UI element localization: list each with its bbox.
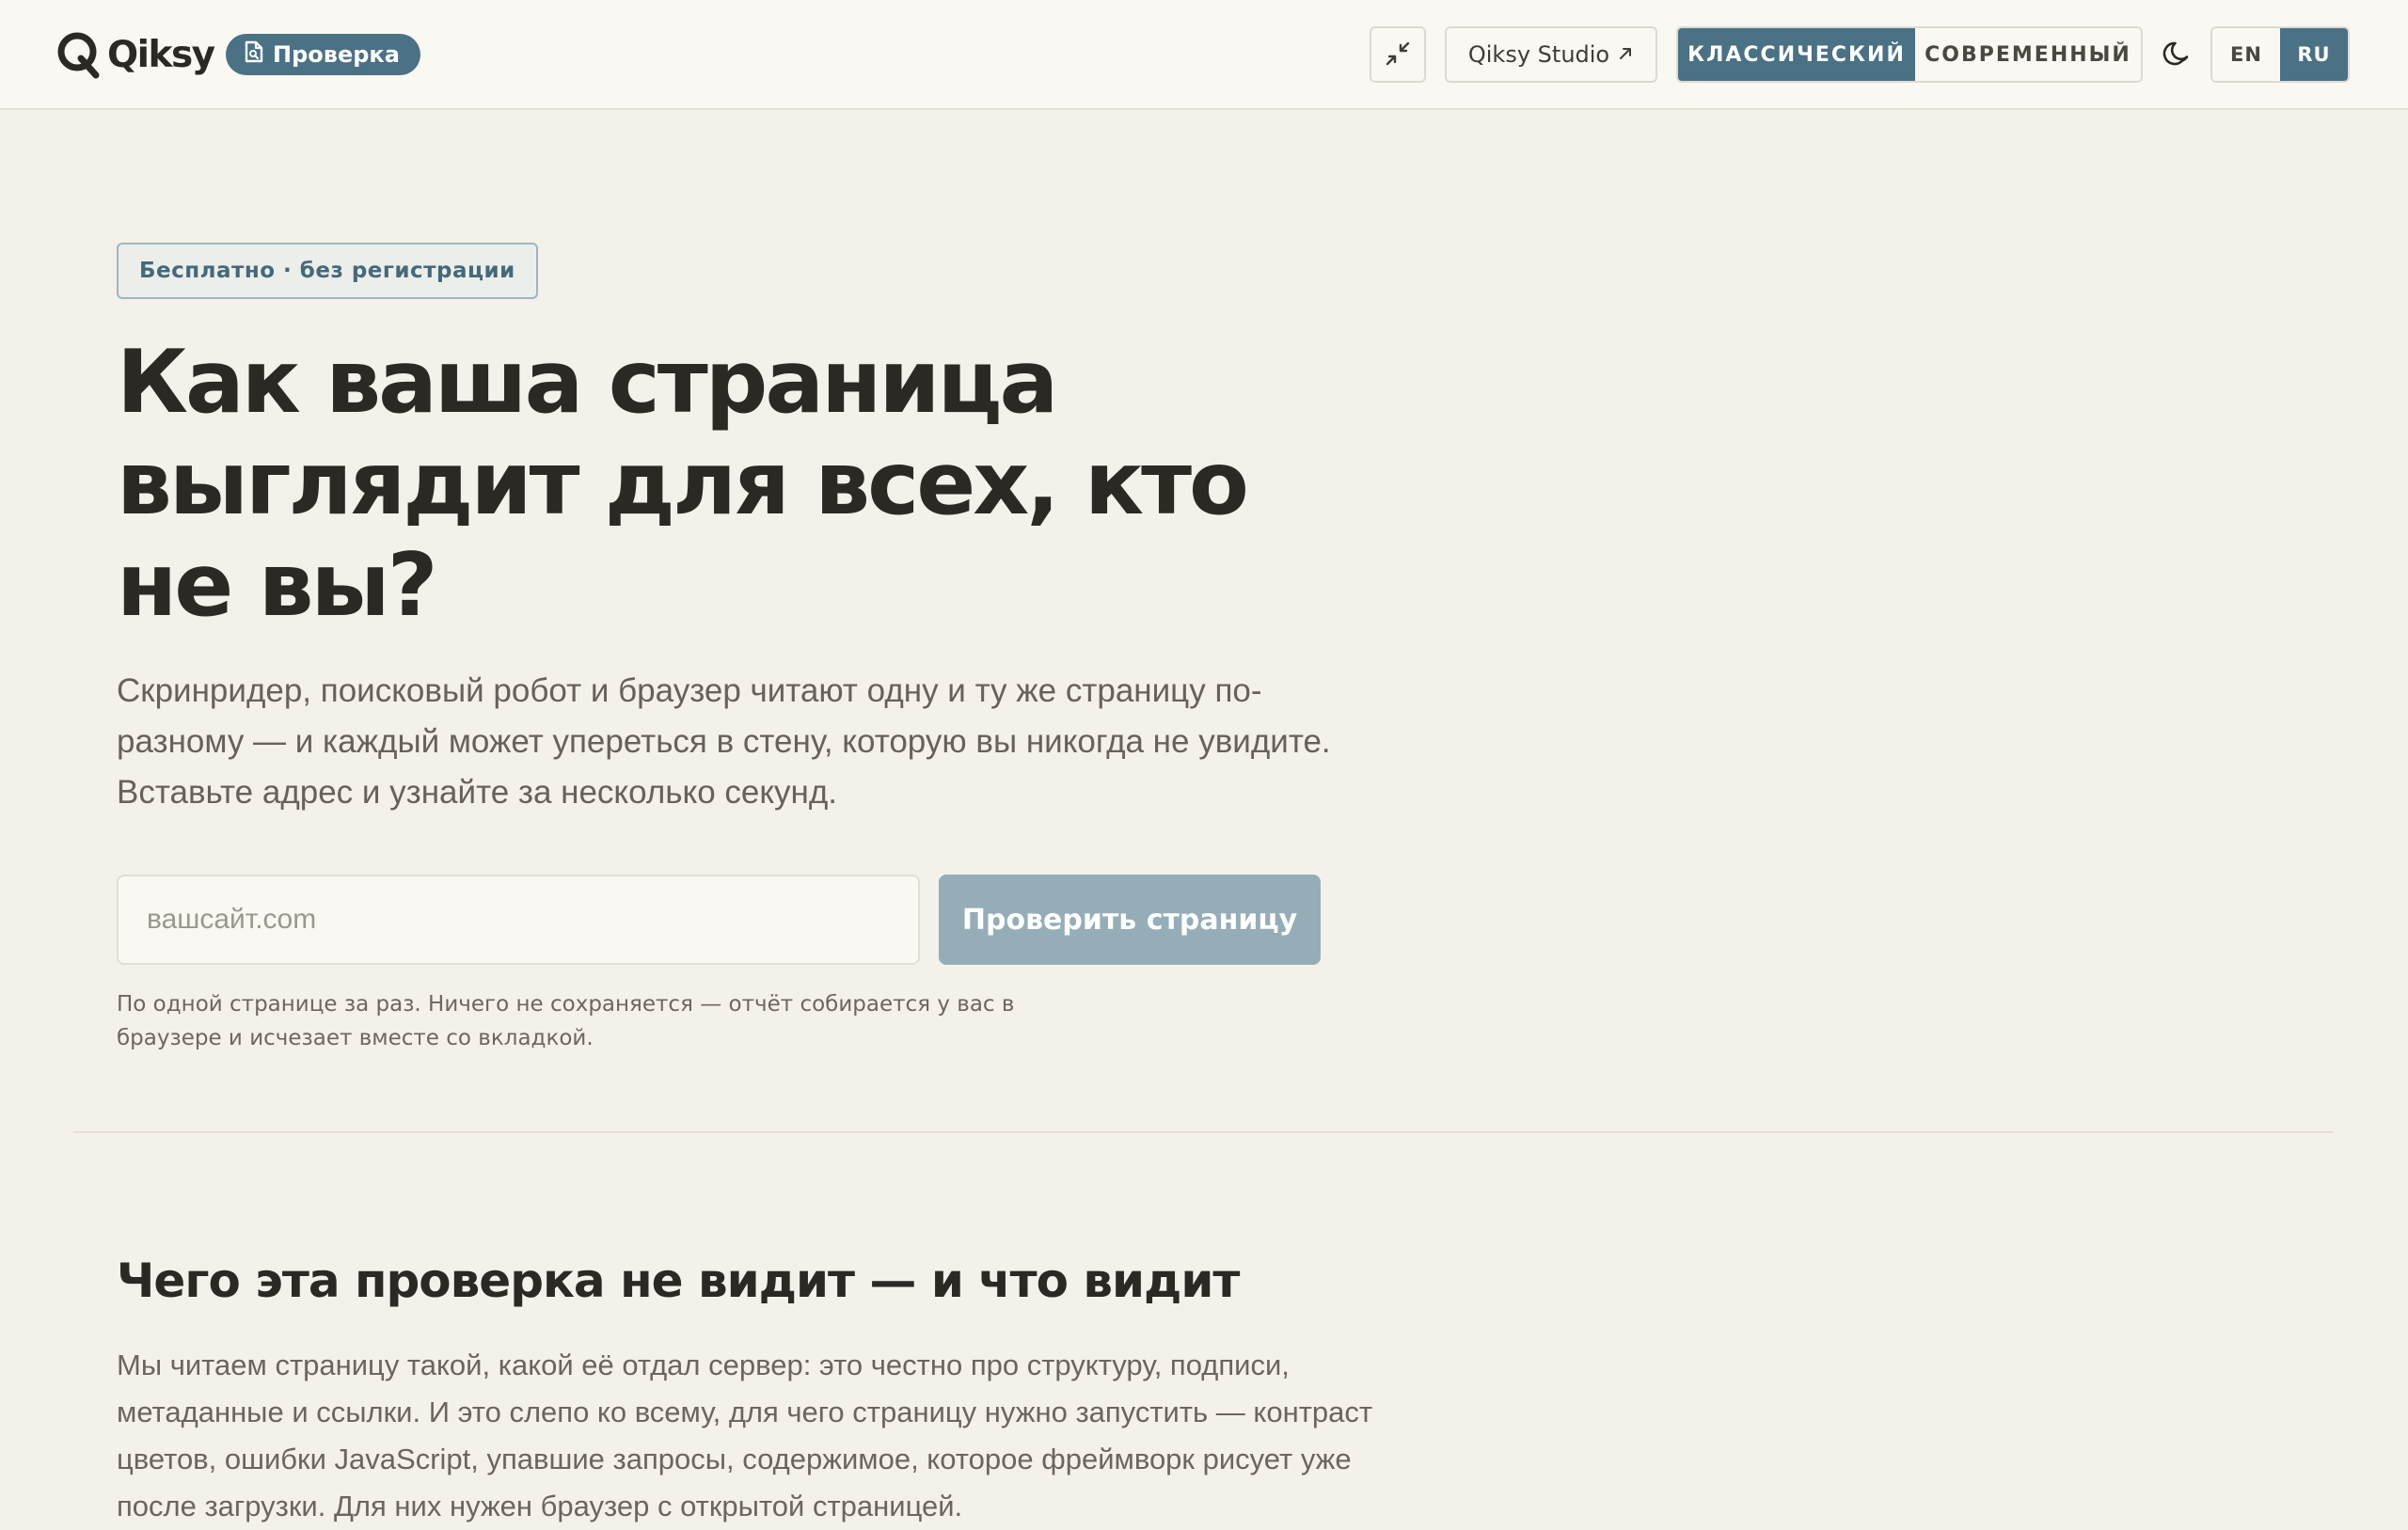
product-pill-label: Проверка	[273, 41, 400, 68]
product-pill[interactable]: Проверка	[226, 34, 420, 75]
external-arrow-icon	[1617, 41, 1634, 68]
theme-toggle-button[interactable]	[2152, 30, 2201, 79]
page-title: Как ваша страница выглядит для всех, кто…	[117, 331, 1249, 636]
style-classic-option[interactable]: КЛАССИЧЕСКИЙ	[1678, 28, 1915, 81]
section-divider	[73, 1131, 2333, 1133]
privacy-hint: По одной странице за раз. Ничего не сохр…	[117, 992, 1015, 1050]
collapse-arrows-icon	[1384, 39, 1412, 71]
studio-link[interactable]: Qiksy Studio	[1445, 26, 1657, 83]
qiksy-logo-icon	[55, 30, 103, 79]
logo[interactable]: Qiksy	[55, 28, 215, 81]
section-title: Чего эта проверка не видит — и что видит	[117, 1254, 1240, 1308]
style-modern-option[interactable]: СОВРЕМЕННЫЙ	[1915, 28, 2141, 81]
document-check-icon	[245, 40, 263, 69]
top-bar: Qiksy Проверка Qiksy Studio КЛАССИЧЕСКИЙ…	[0, 0, 2408, 110]
style-toggle: КЛАССИЧЕСКИЙ СОВРЕМЕННЫЙ	[1676, 26, 2143, 83]
logo-text: Qiksy	[107, 33, 215, 76]
check-page-button[interactable]: Проверить страницу	[939, 875, 1321, 965]
lang-en-option[interactable]: EN	[2212, 28, 2280, 81]
url-input[interactable]	[117, 875, 920, 965]
moon-icon	[2162, 39, 2192, 71]
studio-link-label: Qiksy Studio	[1467, 41, 1610, 68]
language-toggle: EN RU	[2210, 26, 2350, 83]
collapse-button[interactable]	[1370, 26, 1426, 83]
section-body: Мы читаем страницу такой, какой её отдал…	[117, 1349, 1373, 1522]
free-badge: Бесплатно · без регистрации	[117, 243, 538, 299]
hero-lead: Скринридер, поисковый робот и браузер чи…	[117, 672, 1331, 811]
lang-ru-option[interactable]: RU	[2280, 28, 2348, 81]
